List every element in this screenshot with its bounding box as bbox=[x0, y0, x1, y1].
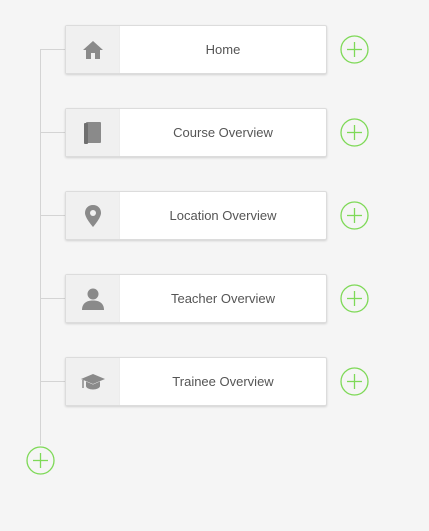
plus-circle-icon bbox=[340, 118, 369, 147]
plus-circle-icon bbox=[340, 201, 369, 230]
nav-item-teacher-overview[interactable]: Teacher Overview bbox=[65, 274, 327, 323]
nav-item-location-overview[interactable]: Location Overview bbox=[65, 191, 327, 240]
add-child-button[interactable] bbox=[340, 367, 369, 396]
plus-circle-icon bbox=[340, 284, 369, 313]
plus-circle-icon bbox=[340, 367, 369, 396]
book-icon bbox=[83, 121, 101, 144]
add-root-item-button[interactable] bbox=[26, 446, 55, 475]
add-child-button[interactable] bbox=[340, 284, 369, 313]
nav-item-course-overview[interactable]: Course Overview bbox=[65, 108, 327, 157]
add-child-button[interactable] bbox=[340, 35, 369, 64]
plus-circle-icon bbox=[26, 446, 55, 475]
nav-item-trainee-overview[interactable]: Trainee Overview bbox=[65, 357, 327, 406]
tree-connector-horizontal bbox=[40, 298, 65, 299]
tree-connector-horizontal bbox=[40, 215, 65, 216]
nav-item-home[interactable]: Home bbox=[65, 25, 327, 74]
nav-item-icon-box bbox=[66, 275, 120, 322]
home-icon bbox=[82, 40, 103, 59]
nav-item-label: Location Overview bbox=[169, 208, 277, 223]
tree-connector-horizontal bbox=[40, 49, 65, 50]
map-pin-icon bbox=[84, 204, 101, 227]
plus-circle-icon bbox=[340, 35, 369, 64]
nav-item-label: Teacher Overview bbox=[170, 291, 276, 306]
nav-item-label: Home bbox=[205, 42, 241, 57]
tree-connector-horizontal bbox=[40, 381, 65, 382]
add-child-button[interactable] bbox=[340, 201, 369, 230]
nav-item-icon-box bbox=[66, 26, 120, 73]
person-icon bbox=[81, 288, 104, 310]
nav-item-icon-box bbox=[66, 358, 120, 405]
add-child-button[interactable] bbox=[340, 118, 369, 147]
nav-item-label: Trainee Overview bbox=[172, 374, 274, 389]
nav-item-icon-box bbox=[66, 109, 120, 156]
nav-item-label: Course Overview bbox=[173, 125, 273, 140]
tree-connector-horizontal bbox=[40, 132, 65, 133]
nav-item-icon-box bbox=[66, 192, 120, 239]
tree-connector-vertical bbox=[40, 49, 41, 445]
graduation-cap-icon bbox=[80, 373, 105, 389]
